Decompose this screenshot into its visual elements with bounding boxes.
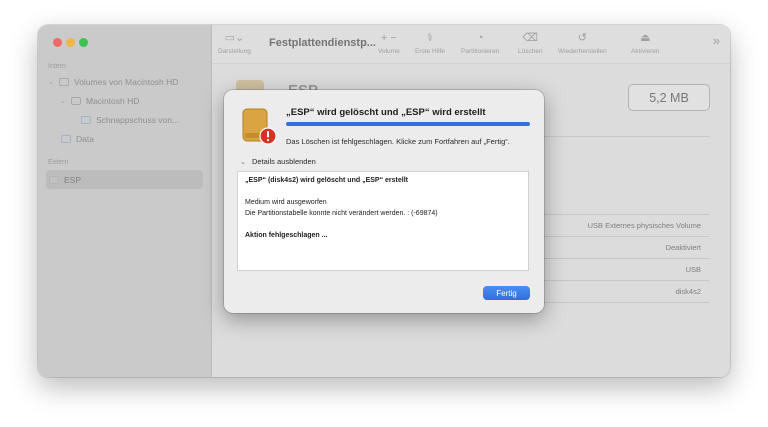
dialog-message: Das Löschen ist fehlgeschlagen. Klicke z… — [286, 137, 510, 146]
log-line: „ESP“ (disk4s2) wird gelöscht und „ESP“ … — [245, 177, 408, 184]
erase-progress-bar — [286, 122, 530, 126]
log-line: Die Partitionstabelle konnte nicht verän… — [245, 210, 438, 217]
details-toggle-label: Details ausblenden — [252, 157, 316, 166]
external-drive-error-icon — [242, 108, 277, 145]
details-log[interactable]: „ESP“ (disk4s2) wird gelöscht und „ESP“ … — [237, 171, 529, 271]
dialog-title: „ESP“ wird gelöscht und „ESP“ wird erste… — [286, 107, 486, 118]
chevron-down-icon: ⌄ — [240, 158, 246, 166]
erase-progress-dialog: „ESP“ wird gelöscht und „ESP“ wird erste… — [224, 90, 544, 313]
log-line: Aktion fehlgeschlagen ... — [245, 232, 328, 239]
log-line: Medium wird ausgeworfen — [245, 199, 327, 206]
progress-fill — [286, 122, 530, 126]
done-button[interactable]: Fertig — [483, 286, 530, 300]
details-toggle[interactable]: ⌄ Details ausblenden — [238, 157, 316, 166]
